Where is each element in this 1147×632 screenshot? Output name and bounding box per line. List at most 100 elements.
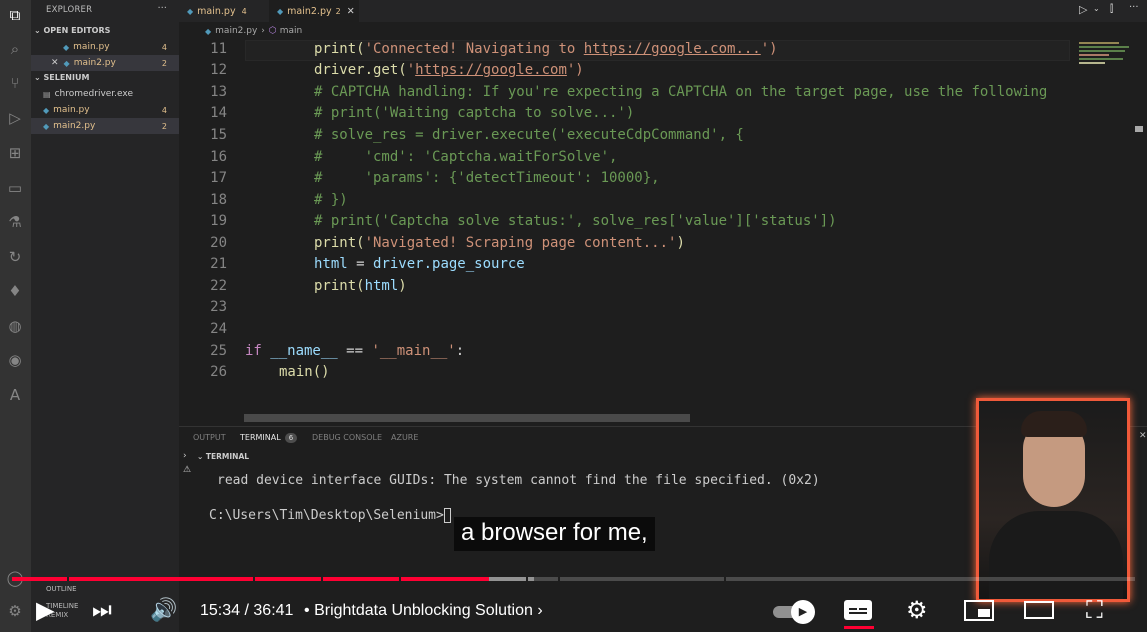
minimap[interactable] <box>1075 40 1147 425</box>
line-number: 13 <box>210 84 227 100</box>
terminal-section-header[interactable]: ⌄ TERMINAL <box>197 452 249 461</box>
video-controls: ▶ ⏭ 🔊 15:34 / 36:41 • Brightdata Unblock… <box>0 590 1147 632</box>
chapter-title[interactable]: • Brightdata Unblocking Solution › <box>304 602 543 620</box>
run-debug-icon[interactable]: ▷ <box>5 108 25 128</box>
open-editor-item-active[interactable]: ✕ ◆ main2.py 2 <box>31 55 179 71</box>
miniplayer-icon[interactable] <box>964 600 994 621</box>
video-progress-bar[interactable] <box>12 577 1135 581</box>
python-file-icon: ◆ <box>187 6 194 16</box>
volume-icon[interactable]: 🔊 <box>150 597 177 623</box>
code-editor[interactable]: 11 12 13 14 15 16 17 18 19 20 21 22 23 2… <box>179 40 1074 425</box>
play-icon[interactable]: ◉ <box>5 350 25 370</box>
code-line: # print('Captcha solve status:', solve_r… <box>314 213 837 229</box>
line-number: 15 <box>210 127 227 143</box>
code-line: # print('Waiting captcha to solve...') <box>314 105 635 121</box>
close-panel-icon[interactable]: ✕ <box>1139 431 1147 441</box>
horizontal-scrollbar[interactable] <box>244 414 690 422</box>
tab-main2-py[interactable]: ◆ main2.py 2 ✕ <box>269 0 359 22</box>
close-tab-icon[interactable]: ✕ <box>347 6 355 17</box>
chevron-right-icon[interactable]: › <box>183 451 187 461</box>
files-icon[interactable]: ⧉ <box>5 5 25 25</box>
chevron-down-icon[interactable]: ⌄ <box>1093 4 1100 13</box>
line-number: 17 <box>210 170 227 186</box>
progress-played <box>12 577 490 581</box>
code-line: # 'params': {'detectTimeout': 10000}, <box>314 170 660 186</box>
code-line: print('Connected! Navigating to https://… <box>314 41 778 57</box>
line-number: 19 <box>210 213 227 229</box>
code-line: # 'cmd': 'Captcha.waitForSolve', <box>314 149 618 165</box>
play-icon: ▶ <box>791 600 815 624</box>
breadcrumb: ◆ main2.py › ⬡ main <box>179 22 1147 40</box>
terminal-count-badge: 6 <box>284 433 298 443</box>
search-icon[interactable]: ⌕ <box>5 39 25 59</box>
time-display: 15:34 / 36:41 <box>200 602 294 619</box>
chapter-marker <box>399 577 401 581</box>
more-actions-icon[interactable]: ··· <box>157 3 167 14</box>
tab-terminal[interactable]: TERMINAL 6 <box>240 433 298 443</box>
line-number: 12 <box>210 62 227 78</box>
subtitles-icon[interactable] <box>844 600 872 620</box>
tab-debug-console[interactable]: DEBUG CONSOLE <box>312 433 382 442</box>
run-file-icon[interactable]: ▷ <box>1079 3 1087 16</box>
python-file-icon: ◆ <box>205 26 212 36</box>
python-file-icon: ◆ <box>43 105 50 115</box>
chapter-marker <box>526 577 528 581</box>
tab-output[interactable]: OUTPUT <box>193 433 226 442</box>
file-item[interactable]: ◆ main.py 4 <box>31 102 179 118</box>
file-item[interactable]: ▤ chromedriver.exe <box>31 86 179 102</box>
chapter-marker <box>724 577 726 581</box>
line-number: 20 <box>210 235 227 251</box>
line-number: 21 <box>210 256 227 272</box>
docker-icon[interactable]: ◍ <box>5 316 25 336</box>
autoplay-toggle[interactable]: ▶ <box>773 600 817 624</box>
function-icon: ⬡ <box>268 26 277 36</box>
chevron-right-icon: › <box>537 602 543 619</box>
warning-icon: ⚠ <box>183 465 192 475</box>
line-number: 23 <box>210 299 227 315</box>
code-line: print('Navigated! Scraping page content.… <box>314 235 685 251</box>
explorer-title: EXPLORER <box>46 5 93 15</box>
line-number: 22 <box>210 278 227 294</box>
open-editor-item[interactable]: ◆ main.py 4 <box>31 39 179 55</box>
remote-explorer-icon[interactable]: ▭ <box>5 178 25 198</box>
close-icon[interactable]: ✕ <box>51 58 59 68</box>
split-editor-icon[interactable]: ⫿ <box>1110 4 1113 15</box>
theater-mode-icon[interactable] <box>1024 601 1054 619</box>
line-number: 16 <box>210 149 227 165</box>
extensions-icon[interactable]: ⊞ <box>5 143 25 163</box>
code-line: html = driver.page_source <box>314 256 525 272</box>
tab-main-py[interactable]: ◆ main.py 4 <box>179 0 269 22</box>
chapter-marker <box>558 577 560 581</box>
chevron-down-icon: ⌄ <box>34 26 44 35</box>
code-line: driver.get('https://google.com') <box>314 62 584 78</box>
testing-icon[interactable]: ⚗ <box>5 212 25 232</box>
fullscreen-icon[interactable]: ⛶ <box>1086 597 1103 625</box>
file-item-selected[interactable]: ◆ main2.py 2 <box>31 118 179 134</box>
play-icon[interactable]: ▶ <box>36 596 54 625</box>
live-share-icon[interactable]: ↻ <box>5 247 25 267</box>
python-file-icon: ◆ <box>63 58 70 68</box>
python-file-icon: ◆ <box>63 42 70 52</box>
file-icon: ▤ <box>43 89 51 99</box>
azure-icon[interactable]: A <box>5 385 25 405</box>
folder-section[interactable]: ⌄ SELENIUM <box>34 73 89 82</box>
code-line: # }) <box>314 192 348 208</box>
terminal-prompt[interactable]: C:\Users\Tim\Desktop\Selenium> <box>209 508 451 523</box>
more-actions-icon[interactable]: ··· <box>1129 2 1139 13</box>
chapter-marker <box>321 577 323 581</box>
next-video-icon[interactable]: ⏭ <box>92 597 112 623</box>
line-number: 24 <box>210 321 227 337</box>
code-line: main() <box>279 364 330 380</box>
source-control-icon[interactable]: ⑂ <box>5 73 25 93</box>
explorer-sidebar: EXPLORER ··· ⌄ OPEN EDITORS ◆ main.py 4 … <box>31 0 179 632</box>
line-number: 25 <box>210 343 227 359</box>
breadcrumb-file[interactable]: main2.py <box>215 26 257 36</box>
code-line: print(html) <box>314 278 407 294</box>
tab-azure[interactable]: AZURE <box>391 433 418 442</box>
breadcrumb-symbol[interactable]: main <box>280 26 303 36</box>
mongodb-icon[interactable]: ♦ <box>5 281 25 301</box>
code-line: if __name__ == '__main__': <box>245 343 465 359</box>
open-editors-section[interactable]: ⌄ OPEN EDITORS <box>34 26 110 35</box>
settings-gear-icon[interactable]: ⚙ <box>906 596 928 625</box>
line-number: 18 <box>210 192 227 208</box>
